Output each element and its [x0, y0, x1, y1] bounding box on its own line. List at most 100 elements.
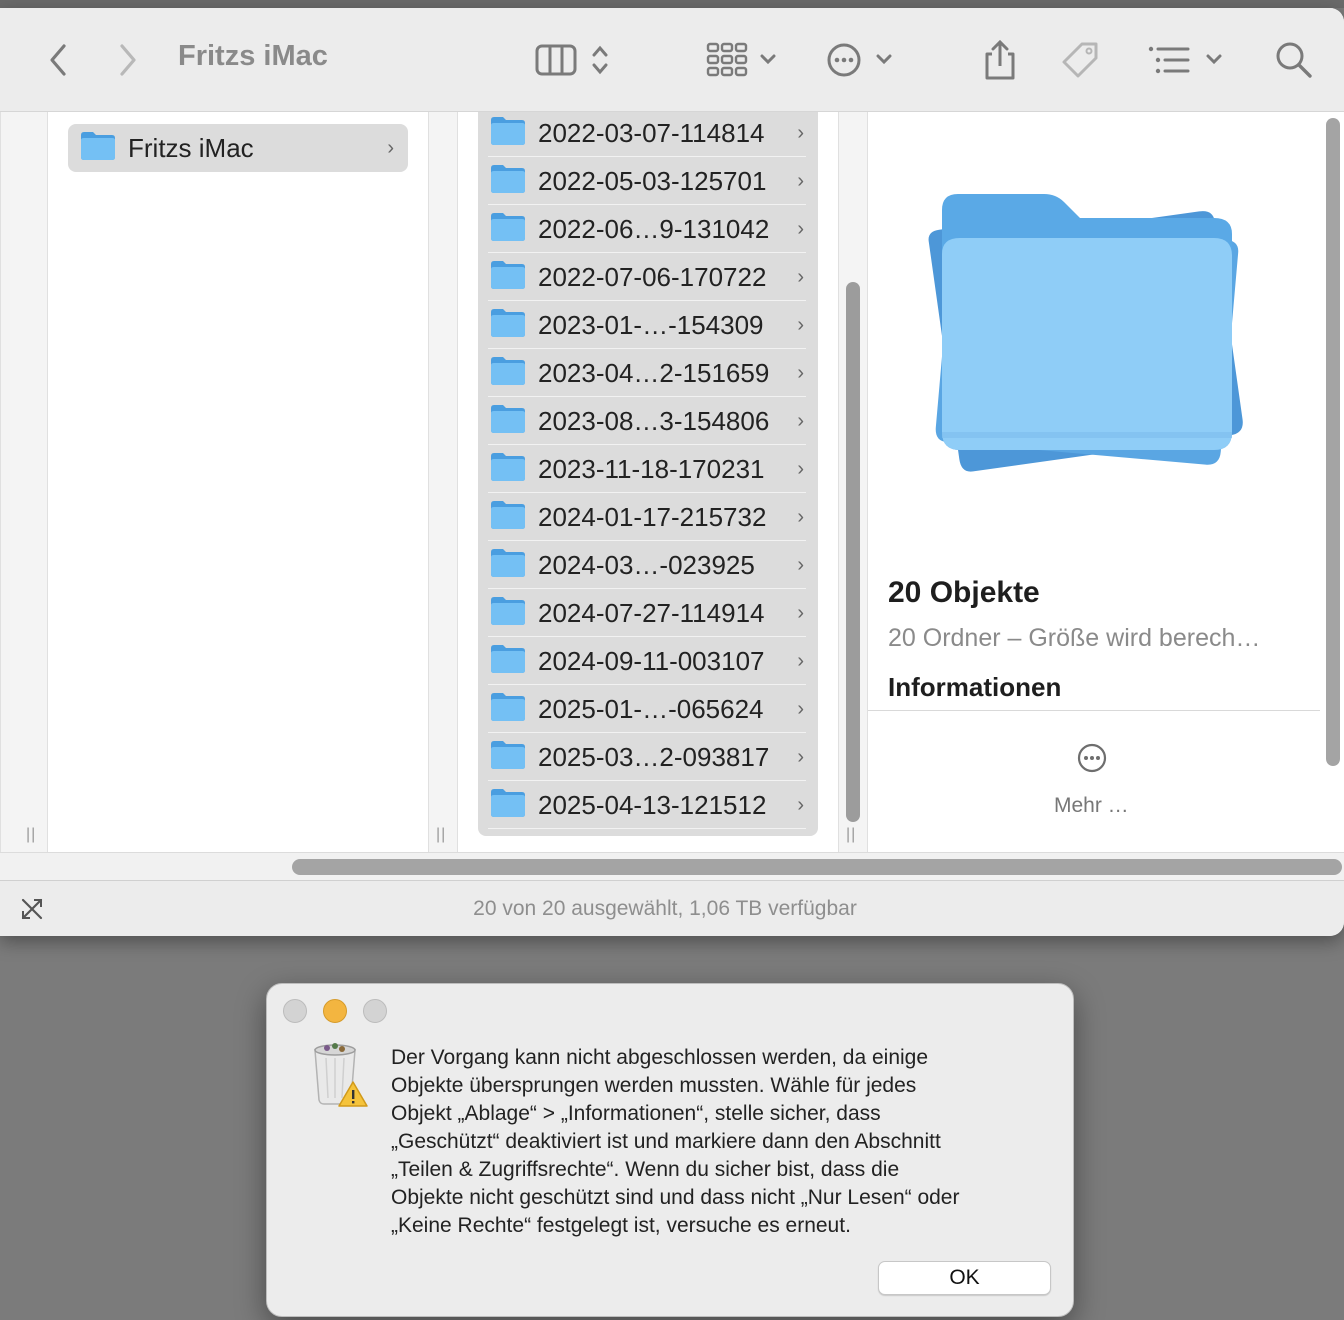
folder-list-scrollbar[interactable] [846, 282, 860, 822]
folder-name: 2022-05-03-125701 [538, 165, 767, 196]
share-icon [982, 38, 1018, 82]
list-item[interactable]: 2025-01-…-065624 › [488, 686, 806, 733]
folder-icon [490, 164, 526, 199]
folder-icon [490, 548, 526, 583]
list-item[interactable]: 2022-05-03-125701 › [488, 158, 806, 205]
chevron-right-icon: › [797, 601, 804, 624]
folder-name: 2024-07-27-114914 [538, 597, 765, 628]
action-menu-button[interactable] [824, 38, 900, 82]
search-button[interactable] [1274, 38, 1314, 82]
status-text: 20 von 20 ausgewählt, 1,06 TB verfügbar [473, 897, 857, 920]
folder-icon [80, 131, 116, 166]
list-item[interactable]: 2024-01-17-215732 › [488, 494, 806, 541]
tag-button[interactable] [1058, 38, 1102, 82]
folder-list: 2022-03-07-114814 › 2022-05-03-125701 › 2022… [478, 112, 818, 836]
folder-name: 2024-09-11-003107 [538, 645, 765, 676]
chevron-right-icon: › [387, 136, 394, 159]
chevron-right-icon: › [797, 697, 804, 720]
folder-name: 2022-03-07-114814 [538, 117, 765, 148]
folder-icon [490, 452, 526, 487]
chevron-right-icon: › [797, 649, 804, 672]
minimize-button[interactable] [323, 999, 347, 1023]
more-button[interactable]: Mehr … [1054, 794, 1129, 818]
preview-divider [868, 710, 1320, 711]
group-button[interactable] [1146, 38, 1226, 82]
folder-stack-icon [914, 170, 1264, 485]
chevron-right-icon: › [797, 553, 804, 576]
column-resize-handle[interactable]: || [846, 826, 856, 844]
preview-subtitle: 20 Ordner – Größe wird berech… [888, 624, 1261, 652]
folder-name: 2023-04…2-151659 [538, 357, 770, 388]
close-button[interactable] [283, 999, 307, 1023]
sidebar-item-fritzs-imac[interactable]: Fritzs iMac › [68, 124, 408, 172]
view-mode-button[interactable] [534, 38, 614, 82]
error-dialog: Der Vorgang kann nicht abgeschlossen wer… [266, 983, 1074, 1317]
folder-icon [490, 308, 526, 343]
action-menu-icon [824, 40, 900, 80]
folder-name: 2024-03…-023925 [538, 549, 755, 580]
list-item[interactable]: 2022-06…9-131042 › [488, 206, 806, 253]
search-icon [1274, 40, 1314, 80]
column-resize-handle[interactable]: || [26, 826, 36, 844]
preview-pane: 20 Objekte 20 Ordner – Größe wird berech… [868, 112, 1320, 852]
chevron-right-icon: › [797, 217, 804, 240]
folder-name: 2022-06…9-131042 [538, 213, 770, 244]
preview-scrollbar[interactable] [1326, 118, 1340, 766]
column-divider [428, 112, 458, 852]
window-title: Fritzs iMac [178, 40, 328, 72]
forward-button[interactable] [114, 38, 142, 82]
list-item[interactable]: 2024-03…-023925 › [488, 542, 806, 589]
column-margin [0, 112, 48, 852]
folder-icon [490, 116, 526, 151]
folder-name: 2022-07-06-170722 [538, 261, 767, 292]
ok-button[interactable]: OK [878, 1261, 1051, 1295]
folder-icon [490, 740, 526, 775]
folder-icon [490, 404, 526, 439]
list-item[interactable]: 2022-07-06-170722 › [488, 254, 806, 301]
folder-icon [490, 644, 526, 679]
list-item[interactable]: 2025-03…2-093817 › [488, 734, 806, 781]
folder-name: 2024-01-17-215732 [538, 501, 767, 532]
list-item[interactable]: 2023-08…3-154806 › [488, 398, 806, 445]
dialog-message: Der Vorgang kann nicht abgeschlossen wer… [391, 1046, 960, 1237]
column-browser: || || || Fritzs iMac › 2022-03-07-114814… [0, 112, 1344, 852]
chevron-right-icon: › [797, 409, 804, 432]
info-heading: Informationen [888, 672, 1062, 702]
chevron-right-icon: › [797, 169, 804, 192]
toolbar: Fritzs iMac [0, 8, 1344, 112]
list-item[interactable]: 2023-04…2-151659 › [488, 350, 806, 397]
desktop-strip [0, 0, 1344, 8]
chevron-right-icon: › [797, 457, 804, 480]
list-item[interactable]: 2024-07-27-114914 › [488, 590, 806, 637]
trash-warning-icon [309, 1040, 369, 1115]
sidebar-item-label: Fritzs iMac [128, 132, 254, 163]
column-resize-handle[interactable]: || [436, 826, 446, 844]
preview-title: 20 Objekte [888, 576, 1040, 609]
folder-name: 2023-01-…-154309 [538, 309, 764, 340]
folder-icon [490, 500, 526, 535]
folder-name: 2025-04-13-121512 [538, 789, 767, 820]
group-icon [1146, 40, 1226, 80]
list-item[interactable]: 2023-01-…-154309 › [488, 302, 806, 349]
list-item[interactable]: 2023-11-18-170231 › [488, 446, 806, 493]
list-item[interactable]: 2022-03-07-114814 › [488, 110, 806, 157]
folder-name: 2025-01-…-065624 [538, 693, 764, 724]
zoom-button[interactable] [363, 999, 387, 1023]
folder-name: 2025-03…2-093817 [538, 741, 770, 772]
folder-icon [490, 692, 526, 727]
more-icon[interactable] [1076, 742, 1108, 779]
forward-icon [114, 40, 142, 80]
horizontal-scrollbar[interactable] [292, 859, 1342, 875]
folder-icon [490, 596, 526, 631]
back-button[interactable] [44, 38, 72, 82]
horizontal-scroll-track [0, 852, 1344, 880]
list-item[interactable]: 2025-04-13-121512 › [488, 782, 806, 829]
chevron-right-icon: › [797, 121, 804, 144]
chevron-right-icon: › [797, 265, 804, 288]
group-view-button[interactable] [704, 38, 784, 82]
list-item[interactable]: 2024-09-11-003107 › [488, 638, 806, 685]
share-button[interactable] [982, 38, 1018, 82]
folder-name: 2023-11-18-170231 [538, 453, 765, 484]
chevron-right-icon: › [797, 793, 804, 816]
chevron-right-icon: › [797, 505, 804, 528]
